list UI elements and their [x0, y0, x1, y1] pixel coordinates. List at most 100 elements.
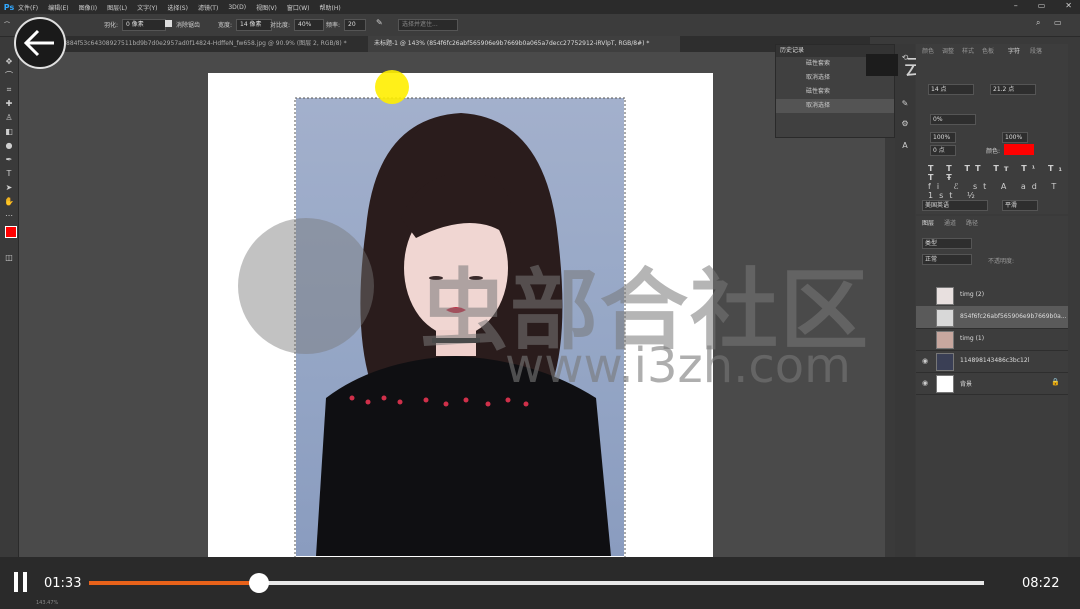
- quick-mask-icon[interactable]: ◫: [3, 252, 15, 264]
- layer-row-selected[interactable]: 854f6fc26abf565906e9b7669b0a...: [916, 306, 1068, 329]
- maximize-icon[interactable]: ▭: [1038, 1, 1046, 10]
- layer-row[interactable]: ◉ 114898143486c3bc12l: [916, 350, 1068, 373]
- tab-styles[interactable]: 样式: [962, 46, 974, 55]
- tab-adjustments[interactable]: 调整: [942, 46, 954, 55]
- lasso-tool-icon[interactable]: ⌒: [4, 20, 10, 29]
- tab-swatches[interactable]: 色板: [982, 46, 994, 55]
- menu-view[interactable]: 视图(V): [256, 3, 277, 12]
- select-and-mask-button[interactable]: 选择并遮住...: [398, 19, 458, 31]
- back-button[interactable]: [14, 17, 66, 69]
- layer-name: timg (1): [960, 335, 985, 342]
- baseline-shift-field[interactable]: 0 点: [930, 145, 956, 156]
- tab-layers[interactable]: 图层: [922, 218, 934, 227]
- move-tool-icon[interactable]: ✥: [3, 56, 15, 68]
- antialias-checkbox[interactable]: [165, 20, 172, 27]
- menu-type[interactable]: 文字(Y): [137, 3, 157, 12]
- options-bar: ⌒ 羽化: 0 像素 消除锯齿 宽度: 14 像素 对比度: 40% 频率: 2…: [0, 14, 1080, 37]
- lasso-tool-icon[interactable]: ⌒: [3, 70, 15, 82]
- width-input[interactable]: 14 像素: [236, 19, 272, 31]
- text-style-buttons[interactable]: T T TT Tт T¹ T₁ T Ŧ: [928, 164, 1068, 182]
- healing-brush-icon[interactable]: ✚: [3, 98, 15, 110]
- lock-icon: 🔒: [1051, 378, 1060, 386]
- vertical-scale-field[interactable]: 100%: [930, 132, 956, 143]
- visibility-eye-icon[interactable]: ◉: [922, 357, 928, 365]
- pen-pressure-icon[interactable]: ✎: [376, 18, 383, 27]
- contrast-input[interactable]: 40%: [294, 19, 324, 31]
- layer-filter-select[interactable]: 类型: [922, 238, 972, 249]
- layer-row[interactable]: ◉ 背景 🔒: [916, 372, 1068, 395]
- tab-channels[interactable]: 通道: [944, 218, 956, 227]
- layer-thumbnail: [936, 287, 954, 305]
- layer-thumbnail: [936, 331, 954, 349]
- layer-row[interactable]: timg (1): [916, 328, 1068, 351]
- crop-tool-icon[interactable]: ⌗: [3, 84, 15, 96]
- current-time: 01:33: [44, 576, 82, 591]
- opentype-buttons[interactable]: fi ℰ st A ad T 1st ½: [928, 182, 1068, 200]
- menu-window[interactable]: 窗口(W): [287, 3, 310, 12]
- layer-row[interactable]: timg (2): [916, 284, 1068, 307]
- feather-label: 羽化:: [104, 22, 119, 29]
- close-icon[interactable]: ✕: [1065, 1, 1072, 10]
- arrow-left-icon: [23, 29, 54, 57]
- blur-tool-icon[interactable]: ●: [3, 140, 15, 152]
- language-select[interactable]: 美国英语: [922, 200, 988, 211]
- eraser-tool-icon[interactable]: ◧: [3, 126, 15, 138]
- brush-panel-icon[interactable]: ✎: [899, 98, 911, 110]
- feather-input[interactable]: 0 像素: [122, 19, 166, 31]
- layer-name: timg (2): [960, 291, 985, 298]
- tab-character[interactable]: 字符: [1008, 46, 1020, 55]
- more-tools-icon[interactable]: ⋯: [3, 210, 15, 222]
- kerning-field[interactable]: 0%: [930, 114, 976, 125]
- menu-layer[interactable]: 图层(L): [107, 3, 127, 12]
- panel-icon-strip: ⟲ ✎ ⚙ A: [895, 44, 915, 557]
- tab-document-1[interactable]: 884f53c64308927511bd9b7d0e2957ad0f14824-…: [60, 36, 372, 52]
- pause-button[interactable]: [14, 572, 28, 592]
- minimize-icon[interactable]: –: [1014, 1, 1018, 10]
- workspace-icon[interactable]: ▭: [1054, 18, 1062, 27]
- horizontal-scale-field[interactable]: 100%: [1002, 132, 1028, 143]
- adjust-panel-icon[interactable]: ⚙: [899, 118, 911, 130]
- window-controls: – ▭ ✕: [1014, 1, 1072, 10]
- hand-tool-icon[interactable]: ✋: [3, 196, 15, 208]
- history-item-selected[interactable]: 取消选择: [776, 99, 894, 113]
- watermark-url: www.i3zh.com: [505, 338, 851, 394]
- frequency-label: 频率:: [326, 22, 341, 29]
- menu-file[interactable]: 文件(F): [18, 3, 38, 12]
- menu-3d[interactable]: 3D(D): [228, 4, 246, 11]
- visibility-eye-icon[interactable]: ◉: [922, 379, 928, 387]
- tab-paragraph[interactable]: 段落: [1030, 46, 1042, 55]
- clone-stamp-icon[interactable]: ♙: [3, 112, 15, 124]
- font-size-field[interactable]: 14 点: [928, 84, 974, 95]
- menu-select[interactable]: 选择(S): [167, 3, 188, 12]
- tools-panel: ✥ ⌒ ⌗ ✚ ♙ ◧ ● ✒ T ➤ ✋ ⋯ ◫: [0, 52, 23, 557]
- text-color-swatch[interactable]: [1004, 144, 1034, 155]
- leading-field[interactable]: 21.2 点: [990, 84, 1036, 95]
- antialias-select[interactable]: 平滑: [1002, 200, 1038, 211]
- progress-knob[interactable]: [249, 573, 269, 593]
- history-item[interactable]: 磁性套索: [776, 85, 894, 99]
- tab-color[interactable]: 颜色: [922, 46, 934, 55]
- frequency-input[interactable]: 20: [344, 19, 366, 31]
- menu-help[interactable]: 帮助(H): [320, 3, 341, 12]
- menu-edit[interactable]: 编辑(E): [48, 3, 68, 12]
- blend-mode-select[interactable]: 正常: [922, 254, 972, 265]
- document-tab-bar: 884f53c64308927511bd9b7d0e2957ad0f14824-…: [40, 36, 870, 52]
- layer-name: 背景: [960, 381, 973, 388]
- brand-logo-icon: [866, 54, 898, 76]
- pen-tool-icon[interactable]: ✒: [3, 154, 15, 166]
- path-select-icon[interactable]: ➤: [3, 182, 15, 194]
- menu-filter[interactable]: 滤镜(T): [198, 3, 218, 12]
- type-tool-icon[interactable]: T: [3, 168, 15, 180]
- pause-icon: [14, 572, 18, 592]
- tab-paths[interactable]: 路径: [966, 218, 978, 227]
- menu-image[interactable]: 图像(I): [79, 3, 97, 12]
- antialias-label: 消除锯齿: [176, 22, 201, 29]
- foreground-color-swatch[interactable]: [5, 226, 17, 238]
- color-label: 颜色:: [986, 148, 1001, 155]
- width-label: 宽度:: [218, 22, 233, 29]
- character-panel-icon[interactable]: A: [899, 140, 911, 152]
- tab-document-2[interactable]: 未标题-1 @ 143% (854f6fc26abf565906e9b7669b…: [368, 36, 680, 52]
- search-icon[interactable]: ⌕: [1036, 18, 1040, 28]
- layers-panel: 图层 通道 路径 类型 正常 不透明度: timg (2) 854f6fc26a…: [916, 216, 1068, 557]
- character-panel: 颜色 调整 样式 色板 字符 段落 14 点 21.2 点 0% 100% 10…: [916, 44, 1068, 214]
